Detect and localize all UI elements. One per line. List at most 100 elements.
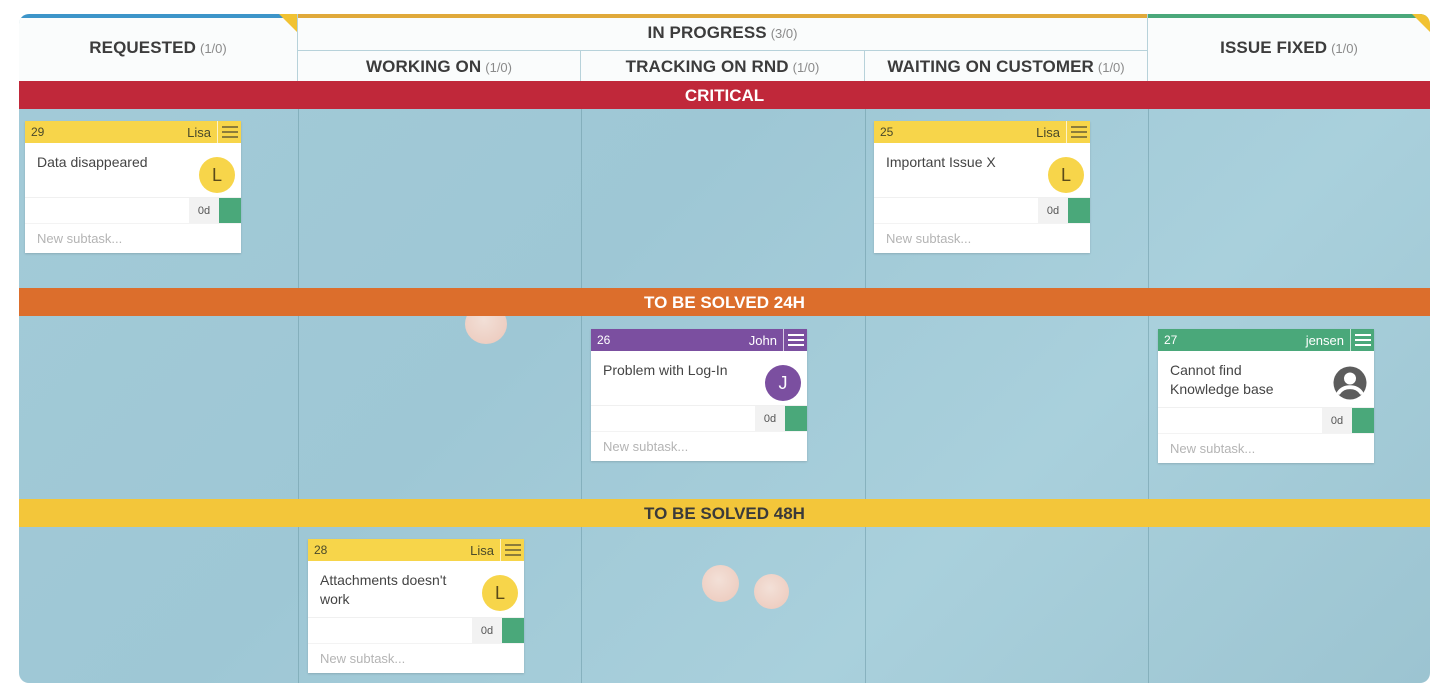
menu-icon[interactable]	[1350, 329, 1374, 351]
card-progress-area	[591, 406, 755, 431]
column-title: WORKING ON	[365, 57, 482, 76]
column-divider	[865, 81, 866, 683]
swimlane-title: TO BE SOLVED 24H	[644, 293, 805, 312]
card-footer: 0d	[874, 197, 1090, 223]
card-id: 29	[31, 125, 45, 139]
card-footer: 0d	[1158, 407, 1374, 433]
card-header[interactable]: 28 Lisa	[308, 539, 524, 561]
new-subtask-input[interactable]: New subtask...	[874, 223, 1090, 253]
card-progress-area	[308, 618, 472, 643]
card-age: 0d	[472, 618, 502, 643]
column-divider	[298, 81, 299, 683]
card-owner: John	[748, 332, 777, 348]
swimlane-title: CRITICAL	[684, 86, 765, 105]
avatar-initial: L	[1060, 164, 1071, 185]
status-indicator[interactable]	[1068, 198, 1090, 223]
new-subtask-input[interactable]: New subtask...	[1158, 433, 1374, 463]
card-owner: jensen	[1305, 332, 1344, 348]
card-age: 0d	[755, 406, 785, 431]
card-age: 0d	[1322, 408, 1352, 433]
column-title: WAITING ON CUSTOMER	[887, 57, 1094, 76]
column-title: IN PROGRESS	[647, 23, 767, 42]
card-body[interactable]: Problem with Log-In J	[591, 351, 807, 405]
column-header-tracking-on-rnd[interactable]: TRACKING ON RND (1/0)	[581, 50, 865, 81]
column-group-header-in-progress[interactable]: IN PROGRESS (3/0)	[298, 14, 1148, 50]
avatar-initial: J	[778, 372, 788, 393]
column-count: (1/0)	[792, 60, 820, 75]
swimlane-critical[interactable]: CRITICAL	[19, 81, 1430, 109]
card-age: 0d	[1038, 198, 1068, 223]
menu-icon[interactable]	[1066, 121, 1090, 143]
card-footer: 0d	[308, 617, 524, 643]
column-header-issue-fixed[interactable]: ISSUE FIXED (1/0)	[1148, 14, 1430, 81]
card-owner: Lisa	[187, 124, 211, 140]
card-title: Problem with Log-In	[603, 362, 728, 378]
status-indicator[interactable]	[785, 406, 807, 431]
card-body[interactable]: Important Issue X L	[874, 143, 1090, 197]
card-id: 25	[880, 125, 894, 139]
column-count: (1/0)	[485, 60, 512, 75]
column-corner-marker	[279, 14, 297, 32]
card-body[interactable]: Attachments doesn't work L	[308, 561, 524, 617]
balloon-decoration	[702, 565, 739, 602]
card-progress-area	[1158, 408, 1322, 433]
card-footer: 0d	[591, 405, 807, 431]
card-header[interactable]: 25 Lisa	[874, 121, 1090, 143]
card-body[interactable]: Cannot find Knowledge base	[1158, 351, 1374, 407]
swimlane-24h[interactable]: TO BE SOLVED 24H	[19, 288, 1430, 316]
kanban-board: REQUESTED (1/0) IN PROGRESS (3/0) WORKING …	[19, 14, 1430, 683]
column-count: (1/0)	[1097, 60, 1125, 75]
task-card[interactable]: 27 jensen Cannot find Knowledge base 0d …	[1158, 329, 1374, 463]
column-title: TRACKING ON RND	[625, 57, 789, 76]
task-card[interactable]: 29 Lisa Data disappeared L 0d New subtas…	[25, 121, 241, 253]
card-id: 28	[314, 543, 328, 557]
column-count: (1/0)	[199, 41, 227, 56]
card-id: 26	[597, 333, 611, 347]
avatar-initial: L	[211, 164, 222, 185]
column-header-requested[interactable]: REQUESTED (1/0)	[19, 14, 298, 81]
avatar-initial: L	[494, 582, 505, 603]
card-header[interactable]: 29 Lisa	[25, 121, 241, 143]
column-header-waiting-on-customer[interactable]: WAITING ON CUSTOMER (1/0)	[865, 50, 1148, 81]
card-header[interactable]: 26 John	[591, 329, 807, 351]
person-icon[interactable]	[1332, 365, 1368, 401]
column-accent-bar	[298, 14, 1147, 18]
status-indicator[interactable]	[219, 198, 241, 223]
column-title: ISSUE FIXED	[1220, 38, 1328, 57]
task-card[interactable]: 26 John Problem with Log-In J 0d New sub…	[591, 329, 807, 461]
new-subtask-input[interactable]: New subtask...	[308, 643, 524, 673]
card-owner: Lisa	[1036, 124, 1060, 140]
column-header-working-on[interactable]: WORKING ON (1/0)	[298, 50, 581, 81]
card-owner: Lisa	[470, 542, 494, 558]
assignee-avatar[interactable]: L	[1048, 157, 1084, 193]
card-progress-area	[874, 198, 1038, 223]
new-subtask-input[interactable]: New subtask...	[591, 431, 807, 461]
card-footer: 0d	[25, 197, 241, 223]
new-subtask-input[interactable]: New subtask...	[25, 223, 241, 253]
status-indicator[interactable]	[502, 618, 524, 643]
swimlane-title: TO BE SOLVED 48H	[644, 504, 805, 523]
menu-icon[interactable]	[783, 329, 807, 351]
status-indicator[interactable]	[1352, 408, 1374, 433]
assignee-avatar[interactable]: L	[199, 157, 235, 193]
card-title: Cannot find Knowledge base	[1170, 362, 1274, 397]
column-divider	[581, 81, 582, 683]
card-progress-area	[25, 198, 189, 223]
menu-icon[interactable]	[500, 539, 524, 561]
task-card[interactable]: 25 Lisa Important Issue X L 0d New subta…	[874, 121, 1090, 253]
card-age: 0d	[189, 198, 219, 223]
card-body[interactable]: Data disappeared L	[25, 143, 241, 197]
column-corner-marker	[1412, 14, 1430, 32]
assignee-avatar[interactable]: J	[765, 365, 801, 401]
column-title: REQUESTED	[89, 38, 196, 57]
swimlane-48h[interactable]: TO BE SOLVED 48H	[19, 499, 1430, 527]
column-count: (1/0)	[1331, 41, 1358, 56]
card-id: 27	[1164, 333, 1178, 347]
assignee-avatar[interactable]: L	[482, 575, 518, 611]
task-card[interactable]: 28 Lisa Attachments doesn't work L 0d Ne…	[308, 539, 524, 673]
card-title: Attachments doesn't work	[320, 572, 447, 607]
menu-icon[interactable]	[217, 121, 241, 143]
column-count: (3/0)	[770, 26, 798, 41]
card-header[interactable]: 27 jensen	[1158, 329, 1374, 351]
column-accent-bar	[19, 14, 297, 18]
